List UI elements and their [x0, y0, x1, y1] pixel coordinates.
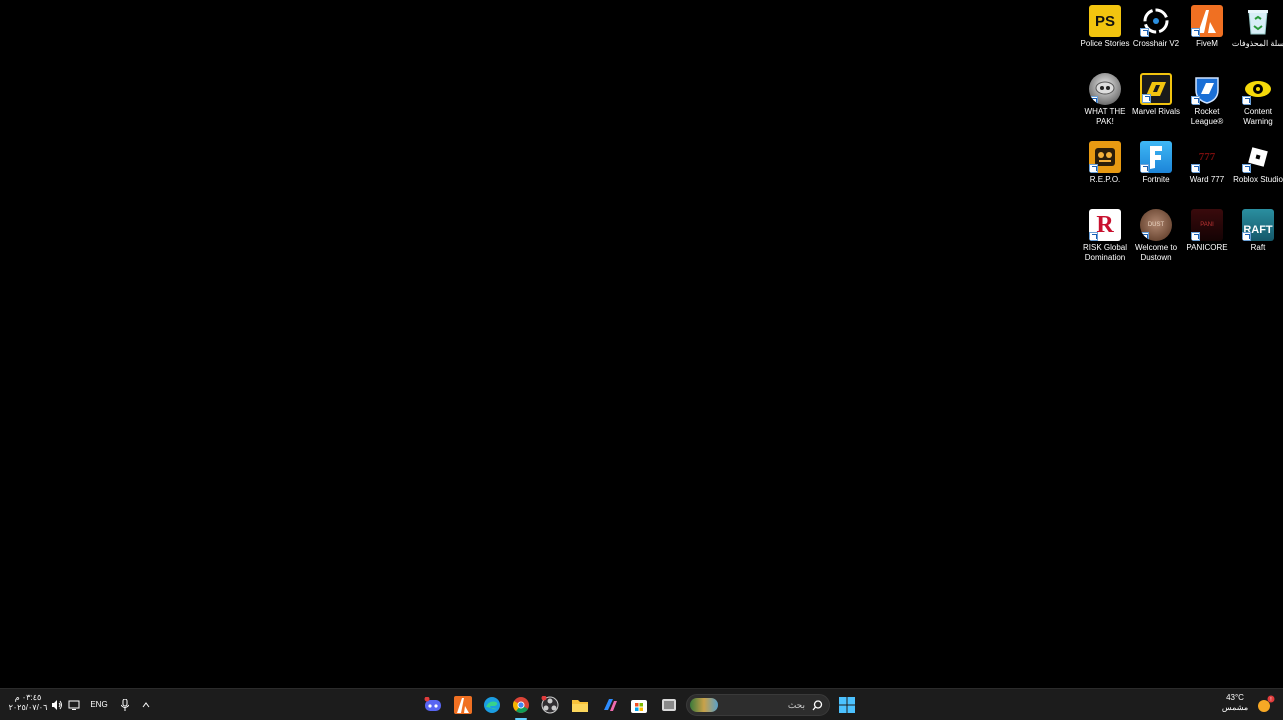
desktop-icon-fortnite[interactable]: Fortnite [1131, 141, 1181, 185]
chevron-up-icon[interactable] [140, 698, 152, 712]
file-explorer-icon[interactable] [570, 695, 590, 715]
desktop-icon-recycle-bin[interactable]: سلة المحذوفات [1232, 5, 1283, 49]
icon-label: WHAT THE PAK! [1084, 107, 1126, 126]
roblox-studio-icon [1242, 141, 1274, 173]
icon-label: Marvel Rivals [1131, 107, 1180, 116]
panicore-icon: PANI [1191, 209, 1223, 241]
desktop[interactable]: PS Police Stories Crosshair V2 FiveM سلة… [0, 0, 1283, 688]
marvel-rivals-icon [1140, 73, 1172, 105]
fivem-icon[interactable] [453, 695, 473, 715]
svg-text:!: ! [1270, 697, 1271, 703]
icon-label: Police Stories [1080, 39, 1130, 48]
desktop-icon-raft[interactable]: RAFT Raft [1233, 209, 1283, 253]
clock-date: ٢٠٢٥/٠٧/٠٦ [8, 703, 48, 712]
icon-label: Rocket League® [1190, 107, 1224, 126]
copilot-icon[interactable] [600, 695, 620, 715]
task-view-icon[interactable] [659, 695, 679, 715]
recycle-bin-icon [1242, 5, 1274, 37]
edge-icon[interactable] [482, 695, 502, 715]
fivem-icon [1191, 5, 1223, 37]
clock[interactable]: ٠٣:٤٥ م ٢٠٢٥/٠٧/٠٦ [8, 693, 48, 713]
search-highlight-image [690, 698, 718, 712]
icon-label: Welcome to Dustown [1134, 243, 1178, 262]
obs-icon[interactable] [540, 695, 560, 715]
fortnite-icon [1140, 141, 1172, 173]
what-the-pak-icon [1089, 73, 1121, 105]
taskbar: ٠٣:٤٥ م ٢٠٢٥/٠٧/٠٦ ENG بحث 43°C مشمس ! [0, 688, 1283, 720]
icon-label: سلة المحذوفات [1231, 39, 1283, 48]
desktop-icon-repo[interactable]: R.E.P.O. [1080, 141, 1130, 185]
desktop-icon-fivem[interactable]: FiveM [1182, 5, 1232, 49]
start-button[interactable] [837, 695, 857, 715]
microphone-icon[interactable] [119, 698, 131, 712]
desktop-icon-marvel-rivals[interactable]: Marvel Rivals [1131, 73, 1181, 117]
weather-condition: مشمس [1221, 703, 1249, 712]
desktop-icon-crosshair[interactable]: Crosshair V2 [1131, 5, 1181, 49]
search-box[interactable]: بحث [686, 694, 830, 716]
discord-icon[interactable] [423, 695, 443, 715]
desktop-icon-rocket-league[interactable]: Rocket League® [1182, 73, 1232, 127]
desktop-icon-roblox-studio[interactable]: Roblox Studio [1233, 141, 1283, 185]
desktop-icon-ward-777[interactable]: 777 Ward 777 [1182, 141, 1232, 185]
icon-label: Ward 777 [1189, 175, 1225, 184]
weather-temp: 43°C [1226, 693, 1244, 702]
icon-label: R.E.P.O. [1089, 175, 1121, 184]
windows-icon [839, 697, 855, 713]
crosshair-icon [1140, 5, 1172, 37]
raft-icon: RAFT [1242, 209, 1274, 241]
store-icon[interactable] [629, 695, 649, 715]
content-warning-icon [1242, 73, 1274, 105]
clock-time: ٠٣:٤٥ م [14, 693, 42, 702]
desktop-icon-welcome-to-dustown[interactable]: DUST Welcome to Dustown [1131, 209, 1181, 263]
police-stories-icon: PS [1089, 5, 1121, 37]
desktop-icon-what-the-pak[interactable]: WHAT THE PAK! [1080, 73, 1130, 127]
weather-widget[interactable]: 43°C مشمس [1220, 693, 1250, 713]
volume-icon[interactable] [50, 698, 64, 712]
repo-icon [1089, 141, 1121, 173]
dustown-icon: DUST [1140, 209, 1172, 241]
search-icon [812, 700, 823, 711]
desktop-icon-risk[interactable]: R RISK Global Domination [1080, 209, 1130, 263]
icon-label: FiveM [1196, 39, 1218, 48]
desktop-icon-content-warning[interactable]: Content Warning [1233, 73, 1283, 127]
desktop-icon-police-stories[interactable]: PS Police Stories [1080, 5, 1130, 49]
chrome-icon[interactable] [511, 695, 531, 715]
icon-label: RISK Global Domination [1082, 243, 1128, 262]
sun-icon[interactable]: ! [1254, 695, 1276, 715]
desktop-icon-panicore[interactable]: PANI PANICORE [1182, 209, 1232, 253]
rocket-league-icon [1191, 73, 1223, 105]
search-placeholder: بحث [787, 700, 805, 710]
icon-label: PANICORE [1186, 243, 1228, 252]
language-indicator[interactable]: ENG [89, 700, 109, 709]
icon-label: Fortnite [1142, 175, 1170, 184]
icon-label: Content Warning [1243, 107, 1273, 126]
icon-label: Raft [1250, 243, 1266, 252]
network-icon[interactable] [67, 698, 81, 712]
risk-icon: R [1089, 209, 1121, 241]
icon-label: Crosshair V2 [1132, 39, 1180, 48]
icon-label: Roblox Studio [1233, 175, 1283, 184]
ward-777-icon: 777 [1191, 141, 1223, 173]
